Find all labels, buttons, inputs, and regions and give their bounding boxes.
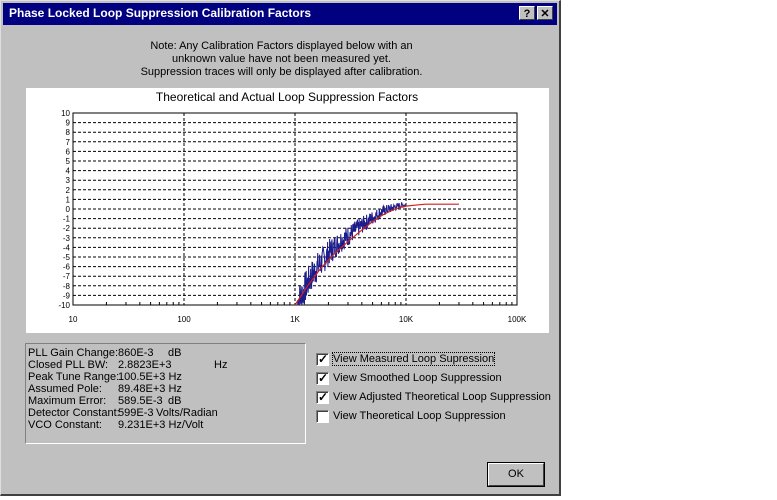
note-line-3: Suppression traces will only be displaye… [140,66,423,78]
checkbox-label[interactable]: View Measured Loop Supression [331,352,496,366]
series-line-0 [296,202,407,306]
suppression-chart: Theoretical and Actual Loop Suppression … [26,88,549,333]
check-mark-icon: ✓ [318,351,329,366]
checkbox-box[interactable]: ✓ [316,351,329,366]
checkbox-theoretical[interactable]: View Theoretical Loop Suppression [316,408,506,424]
calibration-note: Note: Any Calibration Factors displayed … [1,40,562,79]
close-button[interactable]: ✕ [537,6,553,20]
y-tick-label: -6 [63,263,71,272]
info-value: 599E-3 [118,407,154,419]
checkbox-label[interactable]: View Smoothed Loop Suppression [333,372,502,384]
checkbox-adjusted[interactable]: ✓ View Adjusted Theoretical Loop Suppress… [316,389,551,405]
x-tick-label: 10 [69,315,78,324]
info-label: PLL Gain Change: [28,347,119,359]
checkbox-box[interactable] [316,409,329,423]
info-unit: Volts/Radian [156,407,218,419]
y-tick-label: -2 [63,224,71,233]
y-tick-label: -4 [63,243,71,252]
info-label: VCO Constant: [28,419,102,431]
calibration-dialog: Phase Locked Loop Suppression Calibratio… [0,0,561,496]
x-tick-label: 10K [399,315,414,324]
x-tick-label: 100 [177,315,191,324]
y-tick-label: -10 [58,301,70,310]
y-tick-label: 0 [66,205,71,214]
chart-title: Theoretical and Actual Loop Suppression … [156,90,418,104]
info-value: 9.231E+3 Hz/Volt [118,419,204,431]
y-tick-label: 9 [66,119,71,128]
info-unit: Hz [214,359,228,371]
window-title: Phase Locked Loop Suppression Calibratio… [9,6,312,20]
help-button[interactable]: ? [519,6,535,20]
title-bar[interactable]: Phase Locked Loop Suppression Calibratio… [3,3,557,25]
checkbox-label[interactable]: View Theoretical Loop Suppression [333,410,506,422]
checkbox-label[interactable]: View Adjusted Theoretical Loop Suppressi… [333,391,551,403]
y-tick-label: 8 [66,128,71,137]
info-unit: dB [168,395,182,407]
calibration-factors-panel: PLL Gain Change: 860E-3 dB Closed PLL BW: 2.… [25,343,306,444]
y-tick-label: 6 [66,147,71,156]
note-line-1: Note: Any Calibration Factors displayed … [150,40,413,52]
note-line-2: unknown value have not been measured yet… [172,53,391,65]
info-value: 89.48E+3 Hz [118,383,182,395]
y-tick-label: 5 [66,157,71,166]
x-tick-label: 100K [508,315,527,324]
x-tick-label: 1K [290,315,300,324]
y-tick-label: 1 [66,195,71,204]
chart-svg: Theoretical and Actual Loop Suppression … [58,90,527,324]
info-unit: dB [168,347,182,359]
checkbox-measured[interactable]: ✓ View Measured Loop Supression [316,351,496,367]
info-value: 2.8823E+3 [118,359,172,371]
y-tick-label: -7 [63,272,71,281]
y-tick-label: 4 [66,167,71,176]
checkbox-box[interactable]: ✓ [316,370,329,385]
y-tick-label: -5 [63,253,71,262]
y-tick-label: 2 [66,186,71,195]
y-tick-label: 10 [61,109,70,118]
y-tick-label: -9 [63,291,71,300]
info-value: 589.5E-3 [118,395,163,407]
checkbox-box[interactable]: ✓ [316,389,329,404]
y-tick-label: 3 [66,176,71,185]
info-label: Peak Tune Range: [28,371,120,383]
info-value: 860E-3 [118,347,154,359]
y-tick-label: -1 [63,215,71,224]
info-label: Closed PLL BW: [28,359,109,371]
info-label: Assumed Pole: [28,383,102,395]
check-mark-icon: ✓ [318,370,329,385]
info-value: 100.5E+3 Hz [118,371,182,383]
y-tick-label: -3 [63,234,71,243]
info-label: Maximum Error: [28,395,107,407]
ok-button[interactable]: OK [487,462,545,487]
check-mark-icon: ✓ [318,389,329,404]
info-label: Detector Constant: [28,407,120,419]
y-tick-label: -8 [63,282,71,291]
checkbox-smoothed[interactable]: ✓ View Smoothed Loop Suppression [316,370,502,386]
y-tick-label: 7 [66,138,71,147]
